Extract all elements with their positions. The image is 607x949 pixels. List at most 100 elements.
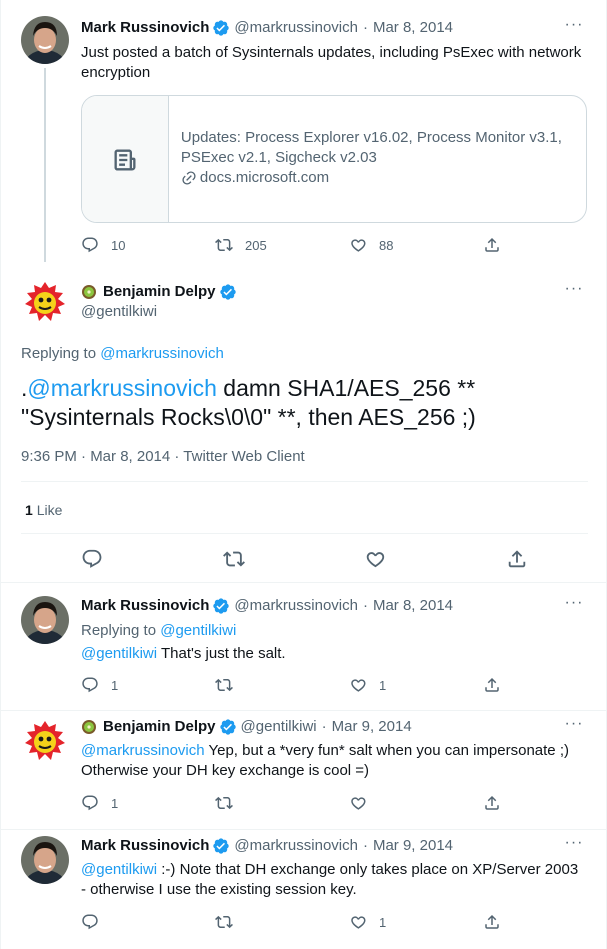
more-options-icon[interactable]: ··· <box>564 835 584 856</box>
author-name[interactable]: Mark Russinovich <box>81 596 209 616</box>
reply-icon <box>82 914 98 930</box>
tweet-meta[interactable]: 9:36 PM · Mar 8, 2014 · Twitter Web Clie… <box>21 447 305 467</box>
retweet-button[interactable] <box>215 676 315 694</box>
link-icon <box>182 171 196 185</box>
tweet-actions: 1 1 <box>81 674 501 696</box>
author-name[interactable]: Benjamin Delpy <box>103 717 216 737</box>
likes-summary[interactable]: 1 Like <box>25 500 62 520</box>
mention-link[interactable]: @gentilkiwi <box>81 645 157 662</box>
reply-icon <box>82 549 102 568</box>
reply-tweet[interactable]: Mark Russinovich @markrussinovich · Mar … <box>1 583 607 710</box>
tweet-header: Benjamin Delpy @gentilkiwi · Mar 9, 2014 <box>81 717 412 737</box>
text-body: That's just the salt. <box>157 645 286 662</box>
retweet-icon <box>215 678 233 692</box>
heart-icon <box>351 916 366 929</box>
avatar-mark-russinovich[interactable] <box>21 16 69 64</box>
like-count: 1 <box>379 914 387 930</box>
verified-badge-icon <box>219 283 237 301</box>
share-button[interactable] <box>483 676 501 694</box>
author-handle[interactable]: @gentilkiwi <box>241 717 317 737</box>
verified-badge-icon <box>219 718 237 736</box>
verified-badge-icon <box>212 837 230 855</box>
tweet-parent[interactable]: Mark Russinovich @markrussinovich · Mar … <box>1 0 607 262</box>
focused-tweet-text: .@markrussinovich damn SHA1/AES_256 ** "… <box>21 374 581 432</box>
kiwi-emoji-icon <box>81 284 97 300</box>
retweet-icon <box>215 915 233 929</box>
share-button[interactable] <box>483 794 501 812</box>
tweet-text: @markrussinovich Yep, but a *very fun* s… <box>81 741 586 781</box>
more-options-icon[interactable]: ··· <box>564 17 584 38</box>
tweet-actions: 10 205 88 <box>81 234 501 256</box>
tweet-date[interactable]: Mar 8, 2014 <box>373 18 453 38</box>
reply-button[interactable] <box>81 913 181 931</box>
like-button[interactable]: 1 <box>349 676 449 694</box>
reply-button[interactable] <box>81 548 103 570</box>
retweet-button[interactable] <box>222 548 245 570</box>
divider <box>21 481 588 482</box>
reply-button[interactable]: 10 <box>81 236 181 254</box>
tweet-actions: 1 <box>81 911 501 933</box>
author-handle[interactable]: @markrussinovich <box>234 836 358 856</box>
card-media <box>82 96 169 222</box>
author-name[interactable]: Benjamin Delpy <box>103 282 216 302</box>
retweet-button[interactable] <box>215 913 315 931</box>
like-button[interactable]: 88 <box>349 236 449 254</box>
share-icon <box>485 795 499 810</box>
mention-link[interactable]: @markrussinovich <box>27 375 217 401</box>
card-domain-row: docs.microsoft.com <box>181 168 574 188</box>
replying-to-link[interactable]: @markrussinovich <box>100 345 224 362</box>
focused-tweet-actions <box>21 545 588 573</box>
share-button[interactable] <box>483 913 501 931</box>
author-handle[interactable]: @gentilkiwi <box>81 302 157 322</box>
avatar-benjamin-delpy[interactable] <box>21 717 69 765</box>
avatar-mark-russinovich[interactable] <box>21 596 69 644</box>
retweet-button[interactable] <box>215 794 315 812</box>
share-button[interactable] <box>483 236 501 254</box>
author-name[interactable]: Mark Russinovich <box>81 836 209 856</box>
more-options-icon[interactable]: ··· <box>564 595 584 616</box>
like-button[interactable]: 1 <box>349 913 449 931</box>
tweet-header: Mark Russinovich @markrussinovich · Mar … <box>81 596 453 616</box>
tweet-date[interactable]: Mar 8, 2014 <box>373 596 453 616</box>
retweet-button[interactable]: 205 <box>215 236 315 254</box>
link-card[interactable]: Updates: Process Explorer v16.02, Proces… <box>81 95 587 223</box>
mention-link[interactable]: @markrussinovich <box>81 742 205 759</box>
reply-icon <box>82 795 98 811</box>
like-button[interactable] <box>349 794 449 812</box>
more-options-icon[interactable]: ··· <box>564 716 584 737</box>
like-count: 88 <box>379 237 394 253</box>
replying-to: Replying to @markrussinovich <box>21 344 224 364</box>
divider <box>21 533 588 534</box>
verified-badge-icon <box>212 19 230 37</box>
thread-connector <box>44 68 46 262</box>
heart-icon <box>351 797 366 810</box>
share-button[interactable] <box>506 548 528 570</box>
author-handle[interactable]: @markrussinovich <box>234 596 358 616</box>
share-icon <box>508 550 526 568</box>
avatar-benjamin-delpy[interactable] <box>21 278 69 326</box>
reply-icon <box>82 237 98 253</box>
reply-count: 1 <box>111 677 119 693</box>
tweet-date[interactable]: Mar 9, 2014 <box>332 717 412 737</box>
verified-badge-icon <box>212 597 230 615</box>
heart-icon <box>351 679 366 692</box>
separator-dot: · <box>362 837 368 854</box>
more-options-icon[interactable]: ··· <box>564 281 584 302</box>
like-button[interactable] <box>364 548 386 570</box>
avatar-mark-russinovich[interactable] <box>21 836 69 884</box>
retweet-icon <box>215 238 233 252</box>
reply-tweet[interactable]: Benjamin Delpy @gentilkiwi · Mar 9, 2014… <box>1 711 607 829</box>
author-handle[interactable]: @markrussinovich <box>234 18 358 38</box>
author-name[interactable]: Mark Russinovich <box>81 18 209 38</box>
heart-icon <box>351 239 366 252</box>
tweet-text: @gentilkiwi That's just the salt. <box>81 644 586 664</box>
replying-to-link[interactable]: @gentilkiwi <box>160 622 236 639</box>
reply-tweet[interactable]: Mark Russinovich @markrussinovich · Mar … <box>1 830 607 949</box>
tweet-date[interactable]: Mar 9, 2014 <box>373 836 453 856</box>
mention-link[interactable]: @gentilkiwi <box>81 861 157 878</box>
reply-button[interactable]: 1 <box>81 794 181 812</box>
reply-button[interactable]: 1 <box>81 676 181 694</box>
separator-dot: · <box>321 718 327 735</box>
replying-label: Replying to <box>81 622 157 639</box>
card-domain: docs.microsoft.com <box>199 169 330 186</box>
